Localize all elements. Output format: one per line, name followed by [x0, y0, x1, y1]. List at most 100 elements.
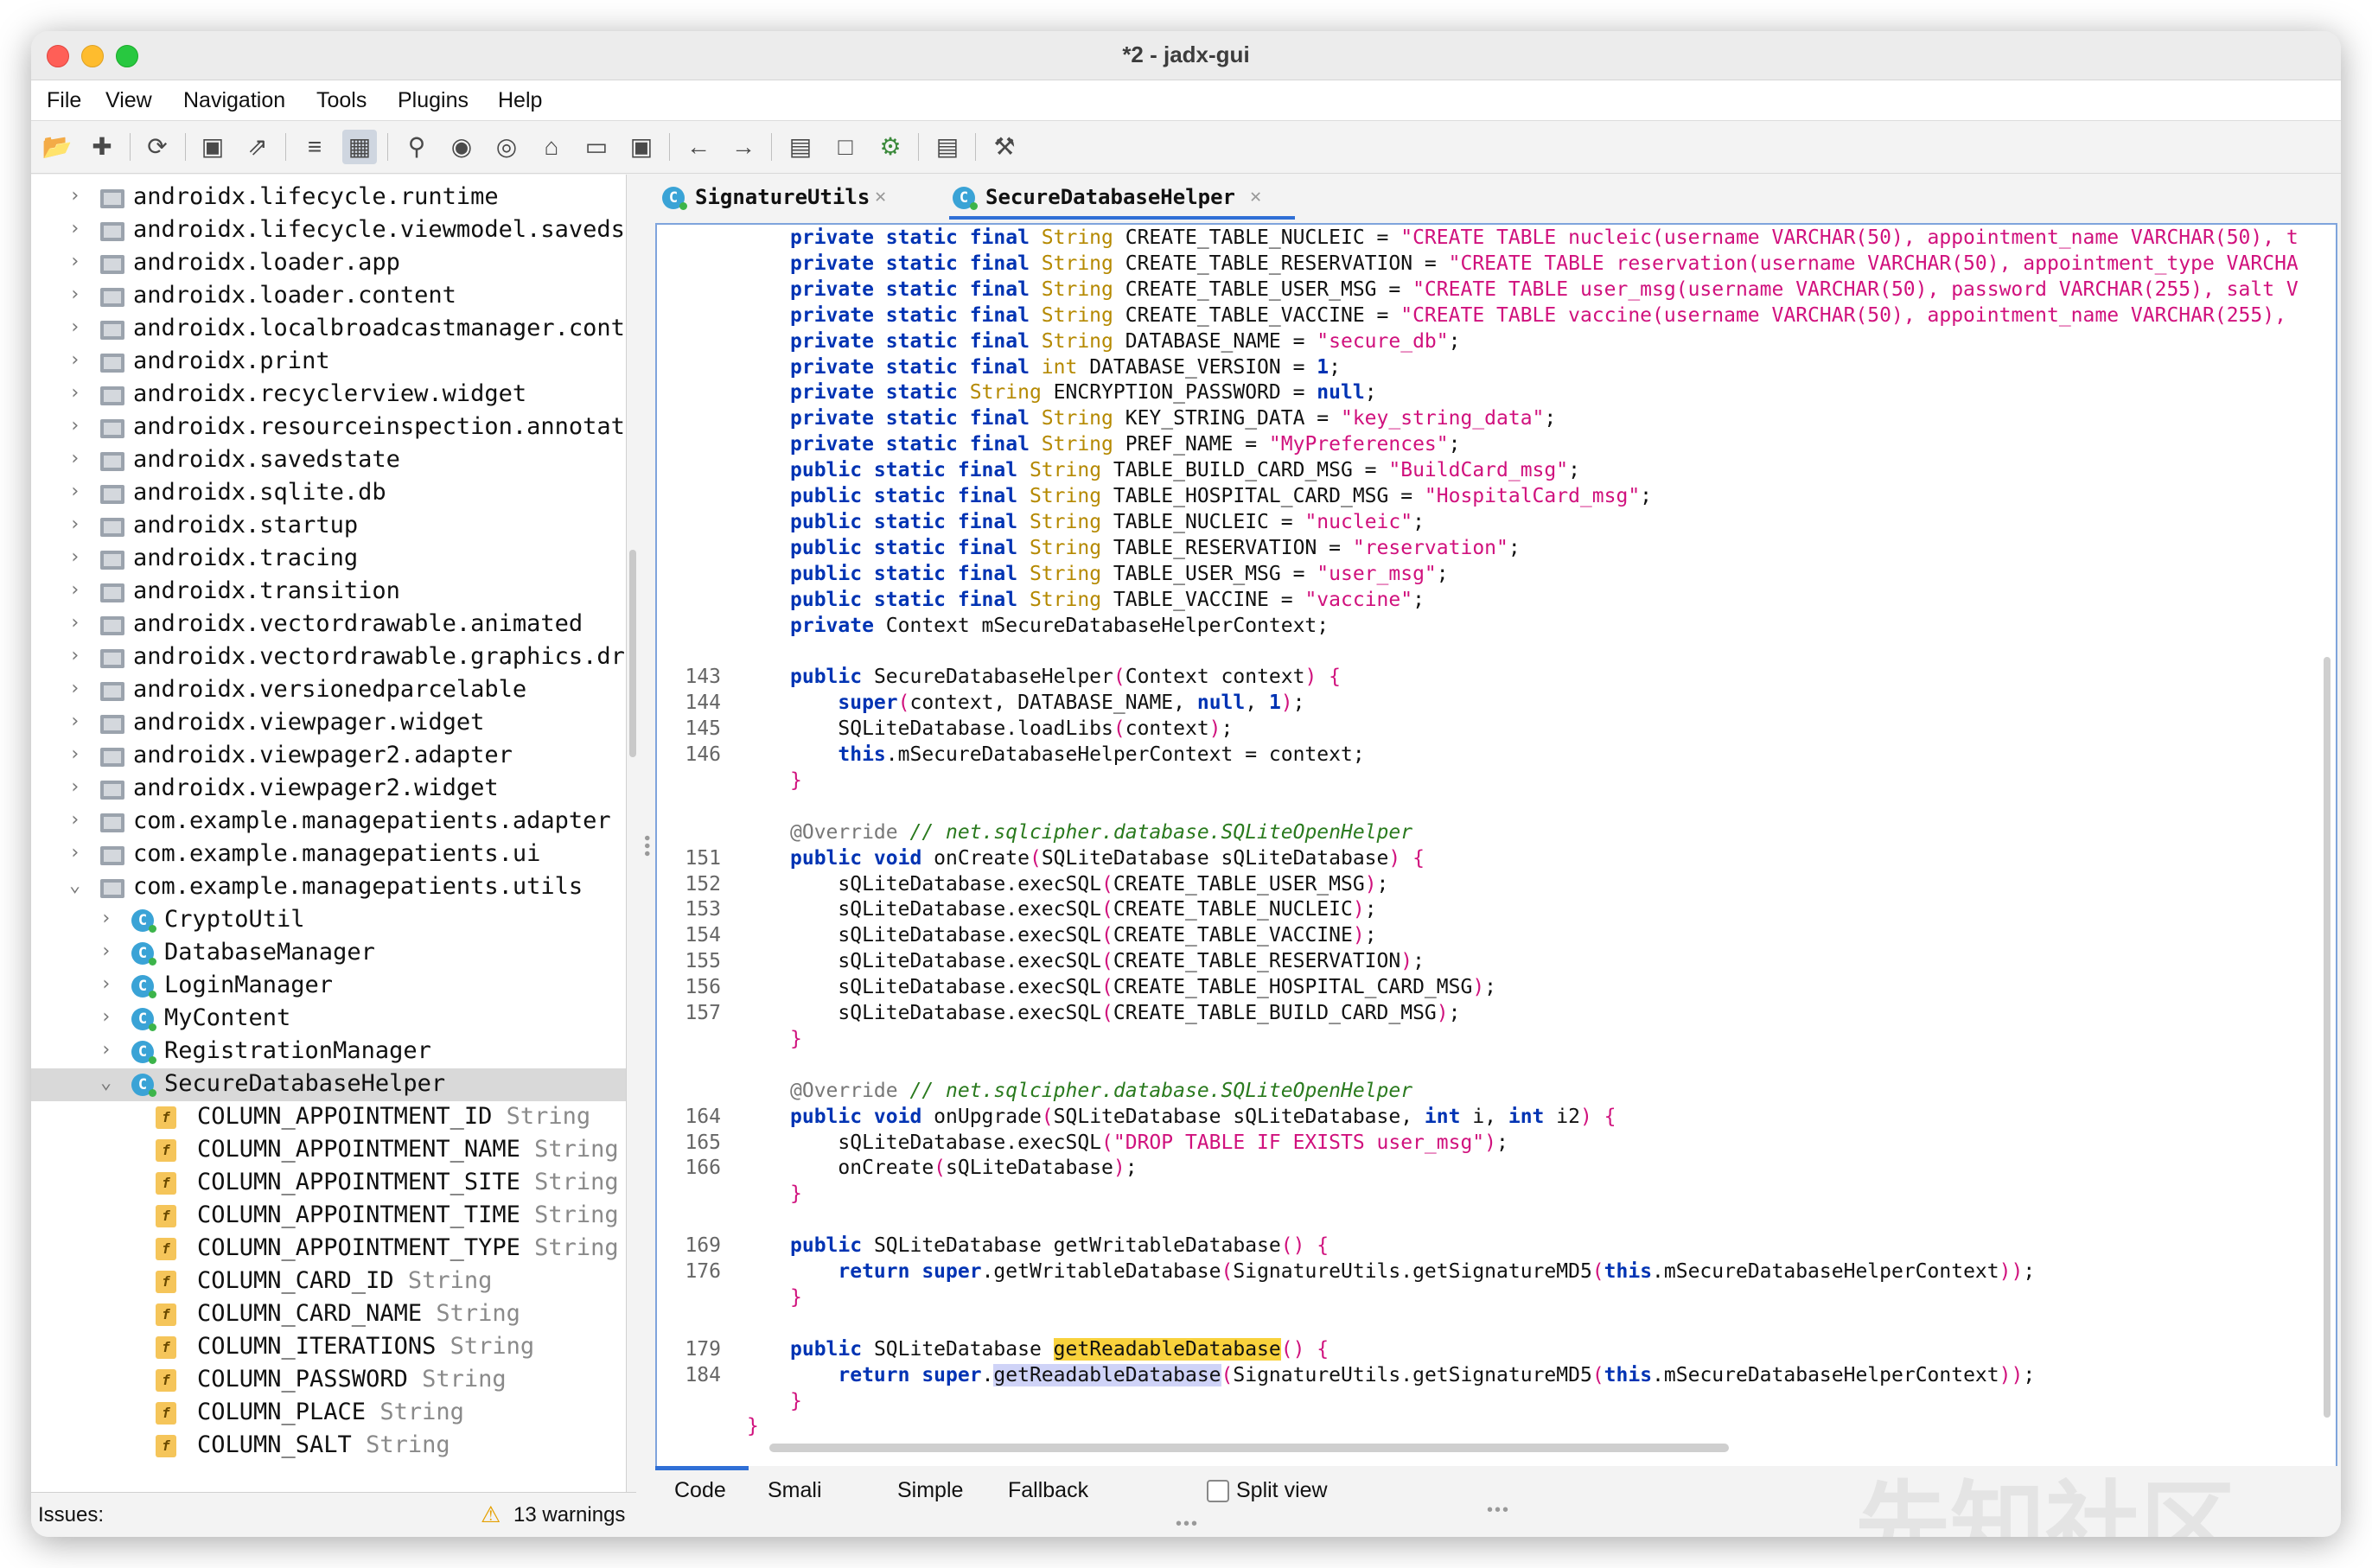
code-line[interactable]: sQLiteDatabase.execSQL(CREATE_TABLE_USER…	[790, 873, 1388, 896]
code-line[interactable]: }	[790, 1182, 802, 1205]
code-line[interactable]: public static final String TABLE_BUILD_C…	[790, 459, 1580, 481]
code-line[interactable]: SQLiteDatabase.loadLibs(context);	[790, 717, 1233, 740]
chevron-right-icon[interactable]: ›	[69, 711, 86, 732]
split-view-checkbox[interactable]	[1207, 1480, 1229, 1502]
menu-plugins[interactable]: Plugins	[398, 88, 469, 113]
tree-package-item[interactable]: › com.example.managepatients.ui	[31, 838, 626, 871]
tree-package-item[interactable]: › androidx.lifecycle.runtime	[31, 182, 626, 214]
tree-package-item[interactable]: › androidx.startup	[31, 510, 626, 543]
chevron-right-icon[interactable]: ›	[69, 185, 86, 207]
chevron-down-icon[interactable]: ⌄	[69, 875, 86, 896]
add-files-icon[interactable]: ✚	[85, 130, 119, 164]
tree-package-item[interactable]: › androidx.sqlite.db	[31, 477, 626, 510]
code-line[interactable]: public static final String TABLE_VACCINE…	[790, 589, 1425, 611]
code-line[interactable]: public SQLiteDatabase getWritableDatabas…	[790, 1234, 1329, 1257]
export-icon[interactable]: ⇗	[240, 130, 275, 164]
code-line[interactable]: sQLiteDatabase.execSQL(CREATE_TABLE_RESE…	[790, 950, 1425, 972]
menu-help[interactable]: Help	[498, 88, 542, 113]
code-line[interactable]: private static final String CREATE_TABLE…	[790, 278, 2299, 301]
open-file-icon[interactable]: 📂	[40, 130, 74, 164]
tree-package-item[interactable]: › androidx.loader.content	[31, 280, 626, 313]
tree-package-item[interactable]: › androidx.print	[31, 346, 626, 379]
chevron-right-icon[interactable]: ›	[69, 579, 86, 601]
code-line[interactable]: sQLiteDatabase.execSQL(CREATE_TABLE_VACC…	[790, 924, 1376, 947]
debug-icon[interactable]: ⚙	[873, 130, 908, 164]
tree-package-item[interactable]: › androidx.vectordrawable.graphics.dra	[31, 641, 626, 674]
code-line[interactable]: private static final String PREF_NAME = …	[790, 433, 1460, 456]
chevron-right-icon[interactable]: ›	[69, 513, 86, 535]
tree-package-item[interactable]: › androidx.tracing	[31, 543, 626, 576]
chevron-right-icon[interactable]: ›	[69, 809, 86, 831]
code-line[interactable]: sQLiteDatabase.execSQL("DROP TABLE IF EX…	[790, 1131, 1508, 1154]
code-line[interactable]: }	[790, 1390, 802, 1412]
chevron-right-icon[interactable]: ›	[69, 678, 86, 699]
code-line[interactable]: private static final String KEY_STRING_D…	[790, 407, 1556, 430]
tree-package-item[interactable]: ⌄ com.example.managepatients.utils	[31, 871, 626, 904]
search-icon[interactable]: ⚲	[399, 130, 434, 164]
tree-class-item[interactable]: › C LoginManager	[31, 970, 626, 1003]
bookmark-icon[interactable]: □	[828, 130, 863, 164]
chevron-right-icon[interactable]: ›	[69, 645, 86, 666]
tab-signature-utils[interactable]: C SignatureUtils ✕	[662, 175, 939, 220]
chevron-right-icon[interactable]: ›	[69, 316, 86, 338]
code-line[interactable]: private static final String DATABASE_NAM…	[790, 330, 1460, 353]
tab-simple[interactable]: Simple	[897, 1478, 963, 1503]
code-line[interactable]: }	[747, 1415, 759, 1437]
code-line[interactable]: private static final String CREATE_TABLE…	[790, 252, 2299, 275]
sync-icon[interactable]: ⟳	[140, 130, 175, 164]
window-icon[interactable]: ▭	[579, 130, 614, 164]
tree-package-item[interactable]: › androidx.lifecycle.viewmodel.savedst	[31, 214, 626, 247]
tab-smali[interactable]: Smali	[768, 1478, 822, 1503]
code-line[interactable]: @Override // net.sqlcipher.database.SQLi…	[790, 1080, 1412, 1102]
code-line[interactable]: return super.getWritableDatabase(Signatu…	[790, 1260, 2035, 1283]
close-tab-icon[interactable]: ✕	[1250, 186, 1261, 207]
tree-field-item[interactable]: f COLUMN_SALT String	[31, 1430, 626, 1463]
chevron-down-icon[interactable]: ⌄	[100, 1072, 118, 1093]
tree-class-item[interactable]: › C RegistrationManager	[31, 1036, 626, 1068]
code-line[interactable]: private static final int DATABASE_VERSIO…	[790, 356, 1341, 379]
code-line[interactable]: public static final String TABLE_NUCLEIC…	[790, 511, 1425, 533]
code-editor[interactable]: private static final String CREATE_TABLE…	[655, 223, 2337, 1468]
package-view-icon[interactable]: ▦	[342, 130, 377, 164]
tree-package-item[interactable]: › androidx.loader.app	[31, 247, 626, 280]
menu-view[interactable]: View	[105, 88, 152, 113]
home-icon[interactable]: ⌂	[534, 130, 569, 164]
chevron-right-icon[interactable]: ›	[69, 776, 86, 798]
tree-package-item[interactable]: › androidx.recyclerview.widget	[31, 379, 626, 411]
chevron-right-icon[interactable]: ›	[69, 415, 86, 437]
tree-package-item[interactable]: › androidx.vectordrawable.animated	[31, 609, 626, 641]
warnings-count[interactable]: 13 warnings	[513, 1503, 625, 1527]
search-class-icon[interactable]: ◎	[489, 130, 524, 164]
code-line[interactable]: public SQLiteDatabase getReadableDatabas…	[790, 1337, 1329, 1361]
tree-field-item[interactable]: f COLUMN_APPOINTMENT_TYPE String	[31, 1233, 626, 1265]
flatten-icon[interactable]: ≡	[297, 130, 332, 164]
resize-handle-icon[interactable]: •••	[1487, 1501, 1510, 1520]
chevron-right-icon[interactable]: ›	[69, 448, 86, 469]
editor-vertical-scrollbar[interactable]	[2324, 657, 2331, 1418]
tree-package-item[interactable]: › com.example.managepatients.adapter	[31, 806, 626, 838]
tree-package-item[interactable]: › androidx.savedstate	[31, 444, 626, 477]
code-line[interactable]: }	[790, 769, 802, 792]
tree-field-item[interactable]: f COLUMN_APPOINTMENT_NAME String	[31, 1134, 626, 1167]
code-line[interactable]: }	[790, 1286, 802, 1309]
tree-field-item[interactable]: f COLUMN_APPOINTMENT_SITE String	[31, 1167, 626, 1200]
forward-icon[interactable]: →	[726, 130, 761, 164]
tree-package-item[interactable]: › androidx.resourceinspection.annotat:	[31, 411, 626, 444]
list-icon[interactable]: ▤	[930, 130, 965, 164]
chevron-right-icon[interactable]: ›	[100, 973, 118, 995]
menu-navigation[interactable]: Navigation	[183, 88, 285, 113]
chevron-right-icon[interactable]: ›	[100, 1006, 118, 1028]
splitter-handle-icon[interactable]: •••	[636, 835, 656, 858]
code-line[interactable]: sQLiteDatabase.execSQL(CREATE_TABLE_NUCL…	[790, 898, 1376, 921]
decompile-icon[interactable]: ▣	[624, 130, 659, 164]
tree-class-item[interactable]: › C CryptoUtil	[31, 904, 626, 937]
chevron-right-icon[interactable]: ›	[69, 612, 86, 634]
code-line[interactable]: public static final String TABLE_USER_MS…	[790, 563, 1449, 585]
code-line[interactable]: onCreate(sQLiteDatabase);	[790, 1157, 1137, 1179]
tab-code[interactable]: Code	[674, 1478, 726, 1503]
editor-horizontal-scrollbar[interactable]	[769, 1444, 1729, 1452]
back-icon[interactable]: ←	[681, 130, 716, 164]
tree-package-item[interactable]: › androidx.transition	[31, 576, 626, 609]
tree-package-item[interactable]: › androidx.viewpager2.adapter	[31, 740, 626, 773]
tree-field-item[interactable]: f COLUMN_ITERATIONS String	[31, 1331, 626, 1364]
